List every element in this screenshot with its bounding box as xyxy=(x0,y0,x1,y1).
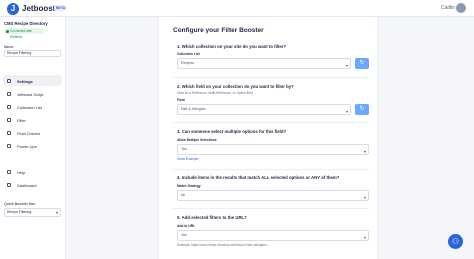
chevron-down-icon: ▾ xyxy=(363,195,366,200)
sidebar-item-label: Power-Ups xyxy=(17,143,37,149)
chevron-down-icon: ▾ xyxy=(363,235,366,240)
code-icon xyxy=(7,91,11,96)
divider xyxy=(173,208,369,209)
sidebar-item-label: Filter xyxy=(17,117,26,123)
bolt-icon xyxy=(7,143,11,148)
sidebar-item-label: Dashboard xyxy=(17,182,37,188)
show-example-link[interactable]: Show Example xyxy=(177,157,198,161)
url-example: Example: https://cms-recipe-directory.we… xyxy=(177,243,271,247)
sidebar-item-power-ups[interactable]: Power-Ups xyxy=(3,140,62,151)
check-icon xyxy=(5,29,9,33)
sidebar: CMS Recipe Directory Connected with Webf… xyxy=(0,17,66,259)
name-label: Name xyxy=(4,45,14,49)
list-icon xyxy=(7,104,11,109)
question-4: 4. Include items in the results that mat… xyxy=(177,175,340,180)
quick-nav-label: Quick Booster Nav xyxy=(4,202,36,206)
allow-multiple-label: Allow Multiple Selections xyxy=(177,138,217,142)
top-bar: J Jetboost BETA Caitlin xyxy=(0,0,474,17)
sidebar-item-label: Jetboost Script xyxy=(17,91,44,97)
match-strategy-select[interactable]: All ▾ xyxy=(177,190,369,201)
page-title: Configure your Filter Booster xyxy=(173,27,264,34)
connected-badge: Connected with Webflow xyxy=(4,28,44,39)
chevron-down-icon: ▾ xyxy=(55,210,58,215)
field-select[interactable]: Diet & Allergies ▾ xyxy=(177,104,351,115)
beta-badge: BETA xyxy=(54,5,68,11)
quick-nav-select[interactable]: Recipe Filtering ▾ xyxy=(4,208,61,217)
sidebar-item-label: Settings xyxy=(17,78,33,84)
divider xyxy=(173,169,369,170)
allow-multiple-value: Yes xyxy=(181,147,187,151)
brand-name[interactable]: Jetboost xyxy=(22,4,55,13)
divider xyxy=(173,77,369,78)
match-strategy-value: All xyxy=(181,193,185,197)
question-2: 2. Which field on your collection do you… xyxy=(177,84,294,89)
filter-icon xyxy=(7,117,11,122)
check-icon xyxy=(7,130,11,135)
gear-icon xyxy=(7,78,11,83)
add-to-url-value: Yes xyxy=(181,233,187,237)
sidebar-item-collection-list[interactable]: Collection List xyxy=(3,101,62,112)
collection-list-label: Collection List xyxy=(177,52,200,56)
collection-list-select[interactable]: Recipes ▾ xyxy=(177,58,351,69)
sidebar-item-final-checks[interactable]: Final Checks xyxy=(3,127,62,138)
jetboost-logo[interactable]: J xyxy=(7,3,19,15)
user-name[interactable]: Caitlin xyxy=(441,5,455,11)
help-icon xyxy=(7,169,11,174)
name-input[interactable]: Recipe Filtering xyxy=(4,50,61,57)
sidebar-item-label: Collection List xyxy=(17,104,42,110)
question-5: 5. Add selected filters to the URL? xyxy=(177,215,247,220)
chevron-down-icon: ▾ xyxy=(345,109,348,114)
sidebar-item-dashboard[interactable]: Dashboard xyxy=(3,179,62,190)
add-to-url-label: Add to URL xyxy=(177,224,196,228)
match-strategy-label: Match Strategy xyxy=(177,184,201,188)
connected-badge-label: Connected with Webflow xyxy=(10,29,32,39)
question-1: 1. Which collection on your site do you … xyxy=(177,44,287,49)
dashboard-icon xyxy=(7,182,11,187)
question-2-hint: Must be a Reference, Multi-Reference, or… xyxy=(177,91,253,95)
question-3: 3. Can someone select multiple options f… xyxy=(177,129,287,134)
field-value: Diet & Allergies xyxy=(181,107,206,111)
refresh-collections-button[interactable]: ↻ xyxy=(355,58,369,69)
help-chat-button[interactable]: ⚇ xyxy=(448,234,463,249)
collection-list-value: Recipes xyxy=(181,61,194,65)
chevron-down-icon: ▾ xyxy=(363,149,366,154)
sidebar-item-help[interactable]: Help xyxy=(3,166,62,177)
sidebar-item-label: Final Checks xyxy=(17,130,41,136)
field-label: Field xyxy=(177,98,185,102)
add-to-url-select[interactable]: Yes ▾ xyxy=(177,230,369,241)
quick-nav-value: Recipe Filtering xyxy=(7,210,32,214)
allow-multiple-select[interactable]: Yes ▾ xyxy=(177,144,369,155)
sidebar-item-settings[interactable]: Settings xyxy=(3,75,62,86)
sidebar-item-label: Help xyxy=(17,169,26,175)
sidebar-item-filter[interactable]: Filter xyxy=(3,114,62,125)
divider xyxy=(173,122,369,123)
chevron-down-icon: ▾ xyxy=(345,63,348,68)
configure-card: Configure your Filter Booster 1. Which c… xyxy=(158,17,378,259)
sidebar-item-jetboost-script[interactable]: Jetboost Script xyxy=(3,88,62,99)
refresh-fields-button[interactable]: ↻ xyxy=(355,104,369,115)
site-title: CMS Recipe Directory xyxy=(4,21,48,26)
avatar[interactable] xyxy=(456,3,466,13)
